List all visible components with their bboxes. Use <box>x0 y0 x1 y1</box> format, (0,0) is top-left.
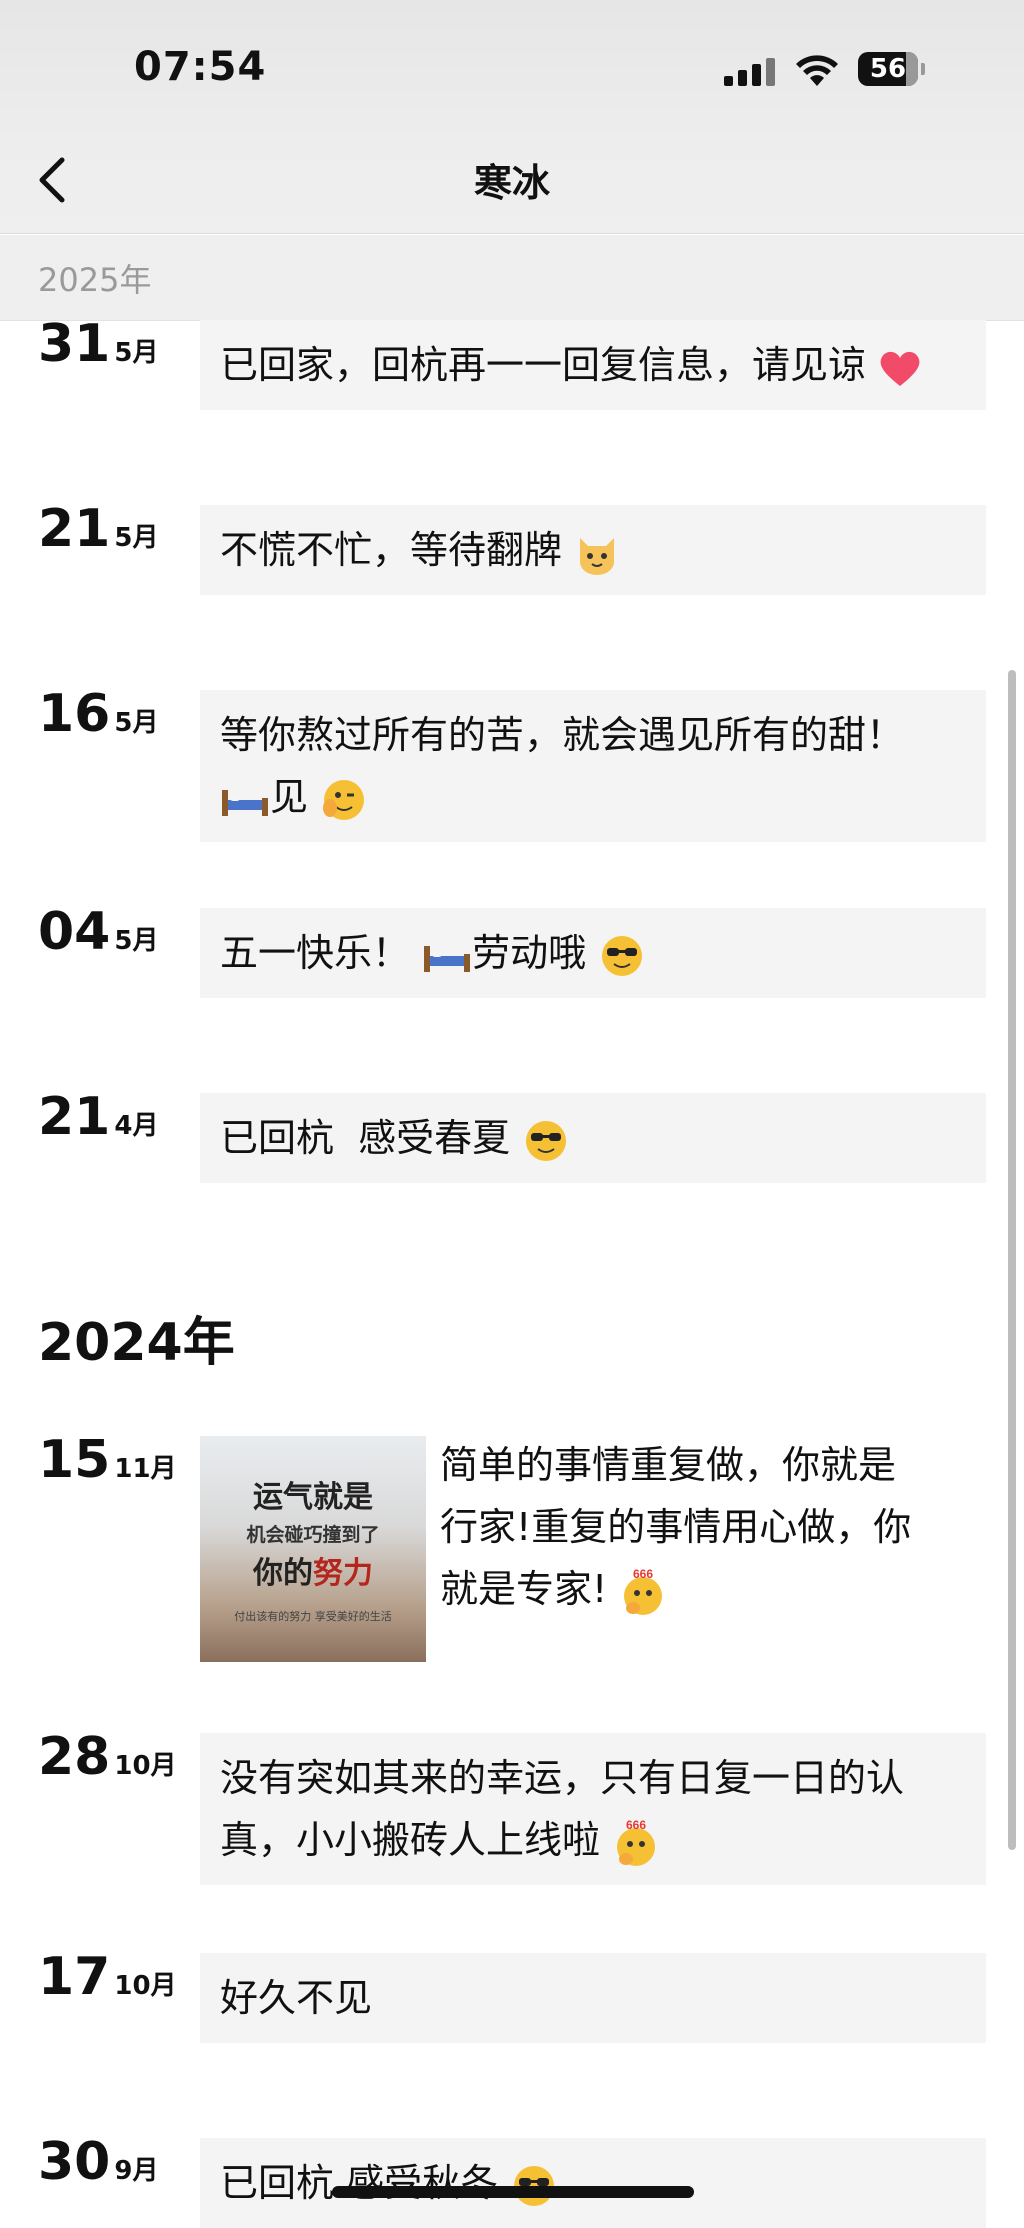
sticky-year-header: 2025年 <box>0 235 1024 321</box>
post-text-line-2: 真，小小搬砖人上线啦 <box>220 1818 601 1862</box>
page-title: 寒冰 <box>473 161 550 205</box>
image-text-line-3a: 你的 <box>253 1556 313 1591</box>
post-image[interactable]: 运气就是 机会碰巧撞到了 你的努力 付出该有的努力 享受美好的生活 <box>200 1436 426 1662</box>
sunglasses-face-icon <box>602 935 643 976</box>
top-bar: 07:54 56 寒冰 <box>0 0 1024 234</box>
post-bubble[interactable]: 已回杭 感受秋冬 <box>200 2138 986 2228</box>
cat-face-icon <box>580 537 615 575</box>
post-bubble[interactable]: 好久不见 <box>200 1953 986 2043</box>
post-text: 好久不见 <box>220 1976 373 2020</box>
bed-icon <box>222 789 268 816</box>
post-date: 28 10月 <box>38 1727 177 1787</box>
post-day: 31 <box>38 314 111 374</box>
home-indicator[interactable] <box>332 2186 694 2198</box>
wifi-icon <box>796 55 838 86</box>
post-date: 15 11月 <box>38 1430 177 1490</box>
post-month: 4月 <box>114 1111 159 1141</box>
post-day: 28 <box>38 1727 111 1787</box>
post-day: 17 <box>38 1947 111 2007</box>
battery-icon: 56 <box>858 52 925 86</box>
post-bubble[interactable]: 没有突如其来的幸运，只有日复一日的认 真，小小搬砖人上线啦 666 <box>200 1733 986 1885</box>
image-text-line-4: 付出该有的努力 享受美好的生活 <box>234 1610 392 1623</box>
post-date: 21 4月 <box>38 1087 158 1147</box>
post-bubble[interactable]: 已回杭 感受春夏 <box>200 1093 986 1183</box>
post-day: 21 <box>38 1087 111 1147</box>
post-month: 5月 <box>114 926 159 956</box>
image-text-line-1: 运气就是 <box>253 1480 373 1515</box>
bed-icon <box>424 945 471 972</box>
post-text: 已回杭 感受春夏 <box>220 1116 511 1160</box>
image-text-line-3b: 努力 <box>313 1556 373 1591</box>
post-text-line-1: 等你熬过所有的苦，就会遇见所有的甜！ <box>220 713 905 757</box>
post-bubble[interactable]: 等你熬过所有的苦，就会遇见所有的甜！ 见 <box>200 690 986 842</box>
status-time: 07:54 <box>134 44 267 90</box>
year-heading: 2024年 <box>38 1313 235 1373</box>
post-text: 劳动哦 <box>472 931 587 975</box>
post-month: 5月 <box>114 523 159 553</box>
post-text[interactable]: 简单的事情重复做，你就是 行家!重复的事情用心做，你 就是专家! 666 <box>440 1434 980 1620</box>
post-day: 30 <box>38 2132 111 2192</box>
post-bubble[interactable]: 五一快乐！ 劳动哦 <box>200 908 986 998</box>
svg-text:666: 666 <box>626 1818 646 1832</box>
post-text: 五一快乐！ <box>220 931 411 975</box>
post-month: 5月 <box>114 338 159 368</box>
post-text: 已回家，回杭再一一回复信息，请见谅 <box>220 343 867 387</box>
post-date: 21 5月 <box>38 499 158 559</box>
heart-icon <box>880 351 920 386</box>
scrollbar[interactable] <box>1008 670 1016 1850</box>
post-text-line-1: 简单的事情重复做，你就是 <box>440 1443 897 1487</box>
post-month: 10月 <box>114 1971 177 2001</box>
cellular-signal-icon <box>724 56 776 86</box>
post-month: 5月 <box>114 708 159 738</box>
post-day: 15 <box>38 1430 111 1490</box>
sticky-year-label: 2025年 <box>38 261 152 299</box>
image-text-line-3: 你的努力 <box>200 1548 426 1592</box>
post-bubble[interactable]: 不慌不忙，等待翻牌 <box>200 505 986 595</box>
svg-text:666: 666 <box>633 1567 653 1581</box>
post-date: 31 5月 <box>38 314 158 374</box>
sunglasses-face-icon <box>526 1120 567 1161</box>
post-day: 21 <box>38 499 111 559</box>
battery-level: 56 <box>869 54 907 84</box>
post-text-line-2: 见 <box>270 775 309 819</box>
post-date: 04 5月 <box>38 902 158 962</box>
post-day: 04 <box>38 902 111 962</box>
wink-hand-icon <box>323 779 365 820</box>
post-text: 不慌不忙，等待翻牌 <box>220 528 563 572</box>
post-bubble[interactable]: 已回家，回杭再一一回复信息，请见谅 <box>200 320 986 410</box>
666-thinking-face-icon: 666 <box>617 1818 656 1866</box>
post-month: 10月 <box>114 1751 177 1781</box>
post-text-line-1: 没有突如其来的幸运，只有日复一日的认 <box>220 1756 905 1800</box>
post-text-line-3: 就是专家! <box>440 1567 608 1611</box>
post-date: 16 5月 <box>38 684 158 744</box>
post-text: 已回杭 感受秋冬 <box>220 2161 499 2205</box>
post-month: 9月 <box>114 2156 159 2186</box>
image-text-line-2: 机会碰巧撞到了 <box>246 1524 380 1546</box>
post-month: 11月 <box>114 1454 177 1484</box>
post-date: 17 10月 <box>38 1947 177 2007</box>
post-text-line-2: 行家!重复的事情用心做，你 <box>440 1505 912 1549</box>
post-day: 16 <box>38 684 111 744</box>
post-date: 30 9月 <box>38 2132 158 2192</box>
666-thinking-face-icon: 666 <box>624 1567 663 1615</box>
